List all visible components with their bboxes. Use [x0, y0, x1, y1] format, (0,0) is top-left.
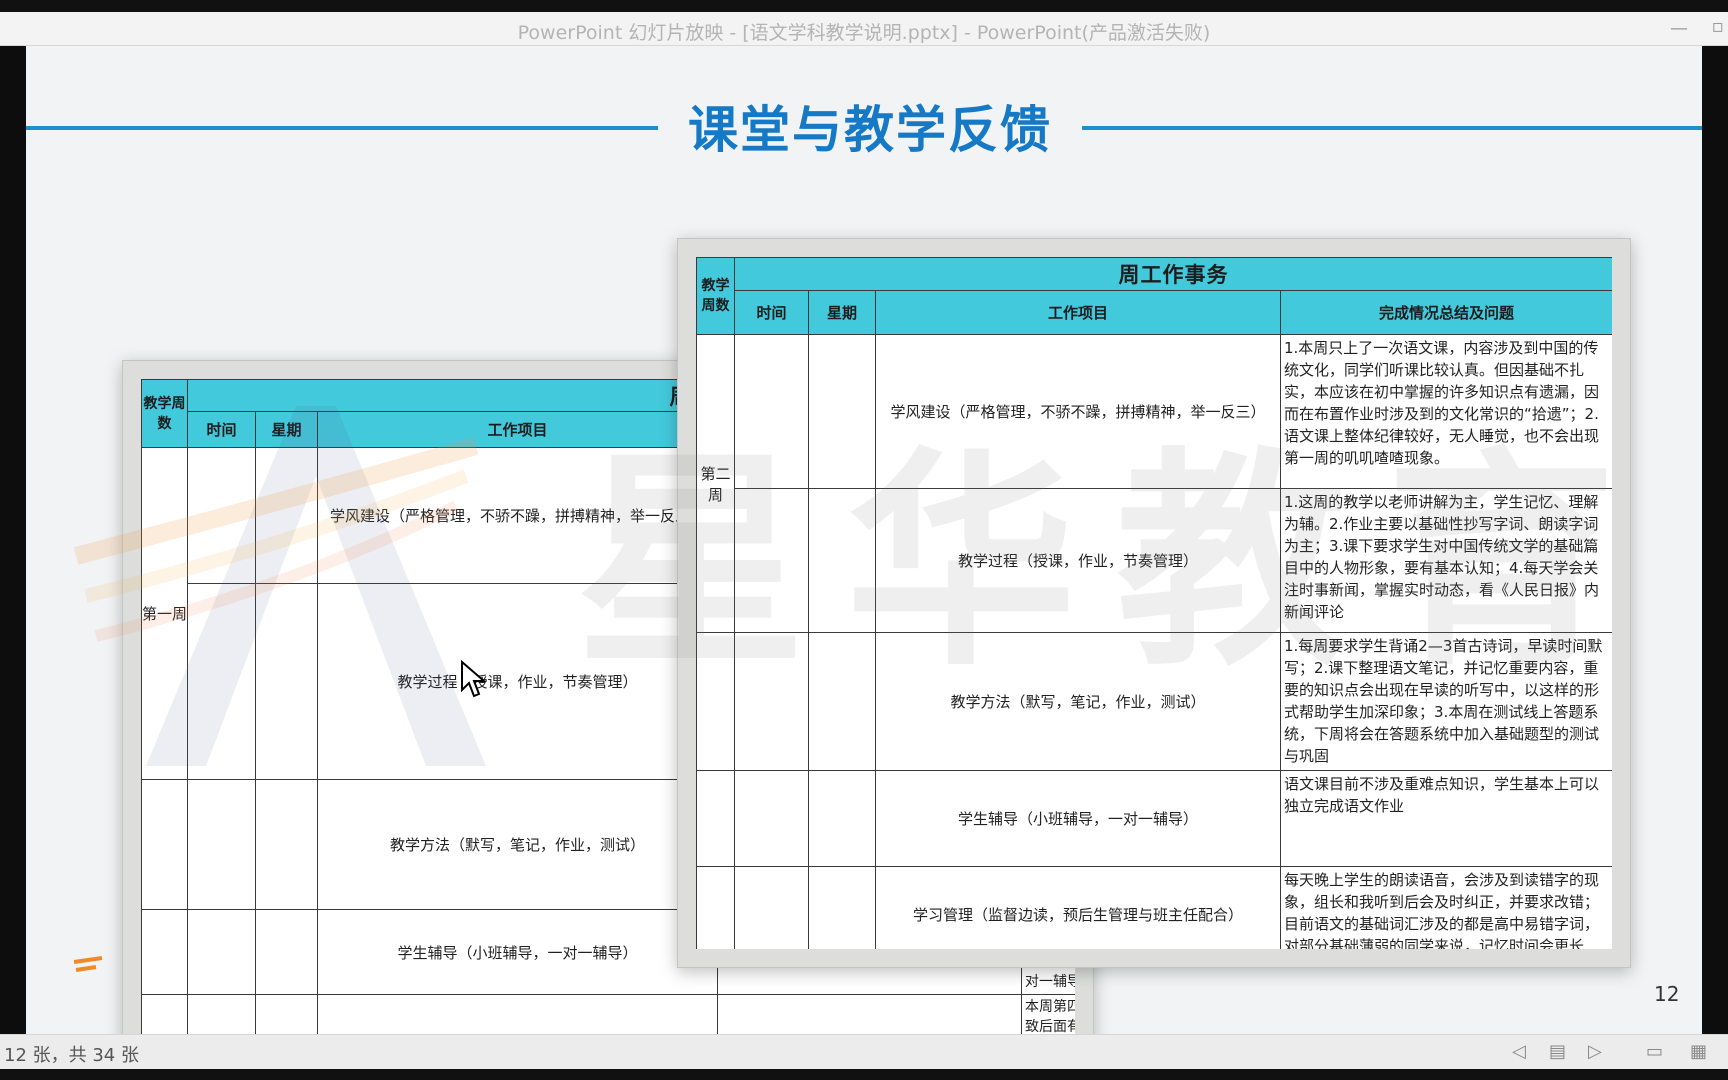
work-item-cell: 教学过程（授课，作业，节奏管理） — [317, 583, 718, 780]
work-item-cell: 学生辅导（小班辅导，一对一辅导） — [875, 770, 1281, 867]
day-cell — [808, 632, 876, 771]
day-cell — [808, 488, 876, 633]
time-cell — [734, 632, 809, 771]
normal-view-icon[interactable]: ▭ — [1646, 1041, 1663, 1062]
header-time: 时间 — [734, 290, 809, 335]
time-cell — [734, 334, 809, 489]
time-cell — [187, 779, 256, 910]
prev-slide-icon[interactable]: ◁ — [1512, 1041, 1526, 1062]
summary-cell: 1.本周只上了一次语文课，内容涉及到中国的传统文化，同学们听课比较认真。但因基础… — [1280, 334, 1612, 489]
day-cell — [255, 994, 318, 1034]
week-two-table-panel: 教学周数 周工作事务 时间 星期 工作项目 完成情况总结及问题 第二周 学风建设… — [677, 238, 1631, 968]
time-cell — [187, 994, 256, 1034]
table-title: 周工作事务 — [734, 257, 1612, 291]
window-title: PowerPoint 幻灯片放映 - [语文学科教学说明.pptx] - Pow… — [517, 22, 1211, 44]
summary-cell: 1.这周的教学以老师讲解为主，学生记忆、理解为辅。2.作业主要以基础性抄写字词、… — [1280, 488, 1612, 633]
time-cell — [734, 488, 809, 633]
title-rule-left — [26, 126, 658, 130]
brand-logo-icon — [73, 956, 103, 972]
summary-cell: 1.每周要求学生背诵2—3首古诗词，早读时间默写；2.课下整理语文笔记，并记忆重… — [1280, 632, 1612, 771]
time-cell — [734, 770, 809, 867]
day-cell — [808, 866, 876, 949]
slide-title: 课堂与教学反馈 — [688, 101, 1052, 159]
week-cell — [141, 909, 188, 995]
day-cell — [808, 770, 876, 867]
work-item-cell: 教学方法（默写，笔记，作业，测试） — [875, 632, 1281, 771]
week-cell — [141, 779, 188, 910]
work-item-cell: 学生辅导（小班辅导，一对一辅导） — [317, 909, 718, 995]
summary-cell: 语文课目前不涉及重难点知识，学生基本上可以独立完成语文作业 — [1280, 770, 1612, 867]
slide-sorter-icon[interactable]: ▦ — [1690, 1041, 1707, 1062]
work-item-cell: 教学过程（授课，作业，节奏管理） — [875, 488, 1281, 633]
status-bar: 12 张，共 34 张 ◁ ▤ ▷ ▭ ▦ — [0, 1034, 1728, 1069]
week-cell — [696, 866, 735, 949]
day-cell — [255, 447, 318, 584]
time-cell — [187, 447, 256, 584]
week-cell — [141, 994, 188, 1034]
header-summary: 完成情况总结及问题 — [1280, 290, 1612, 335]
header-work-item: 工作项目 — [875, 290, 1281, 335]
slide-page-number: 12 — [1654, 982, 1680, 1006]
week-cell — [696, 770, 735, 867]
minimize-icon[interactable]: — — [1670, 18, 1688, 39]
header-time: 时间 — [187, 411, 256, 448]
time-cell — [734, 866, 809, 949]
header-week-number: 教学周数 — [696, 257, 735, 335]
week-cell — [696, 632, 735, 771]
summary-cell: 本周第四组组长反应组员边读边玩导致后面有一工去 — [1020, 994, 1075, 1034]
header-week-number: 教学周数 — [141, 379, 188, 448]
slideshow-viewport[interactable]: 课堂与教学反馈 教学周数 周工作事务 时间 星期 工作项目 — [0, 46, 1728, 1034]
summary-cell: 每天晚上学生的朗读语音，会涉及到读错字的现象，组长和我听到后会及时纠正，并要求改… — [1280, 866, 1612, 949]
day-cell — [255, 909, 318, 995]
title-bar: PowerPoint 幻灯片放映 - [语文学科教学说明.pptx] - Pow… — [0, 12, 1728, 46]
header-work-item: 工作项目 — [317, 411, 718, 448]
top-edge — [0, 0, 1728, 12]
work-item-cell: 学风建设（严格管理，不骄不躁，拼搏精神，举一反三） — [317, 447, 718, 584]
bottom-edge — [0, 1069, 1728, 1080]
work-item-cell: 学习管理（监督边读，预后生管理与班主任配合） — [875, 866, 1281, 949]
header-day: 星期 — [808, 290, 876, 335]
mouse-cursor-icon — [461, 660, 487, 698]
work-item-cell — [317, 994, 718, 1034]
header-day: 星期 — [255, 411, 318, 448]
day-cell — [255, 779, 318, 910]
next-slide-icon[interactable]: ▷ — [1588, 1041, 1602, 1062]
title-rule-right — [1082, 126, 1702, 130]
day-cell — [808, 334, 876, 489]
summary-cell — [717, 994, 1022, 1034]
week-label: 第一周 — [141, 447, 188, 780]
slide[interactable]: 课堂与教学反馈 教学周数 周工作事务 时间 星期 工作项目 — [26, 46, 1702, 1034]
work-item-cell: 学风建设（严格管理，不骄不躁，拼搏精神，举一反三） — [875, 334, 1281, 489]
week-two-sheet: 教学周数 周工作事务 时间 星期 工作项目 完成情况总结及问题 第二周 学风建设… — [696, 257, 1612, 949]
slide-menu-icon[interactable]: ▤ — [1549, 1041, 1566, 1062]
week-label: 第二周 — [696, 334, 735, 633]
time-cell — [187, 583, 256, 780]
day-cell — [255, 583, 318, 780]
work-item-cell: 教学方法（默写，笔记，作业，测试） — [317, 779, 718, 910]
maximize-icon[interactable]: ▫ — [1712, 16, 1724, 37]
slide-count: 12 张，共 34 张 — [4, 1045, 139, 1066]
time-cell — [187, 909, 256, 995]
